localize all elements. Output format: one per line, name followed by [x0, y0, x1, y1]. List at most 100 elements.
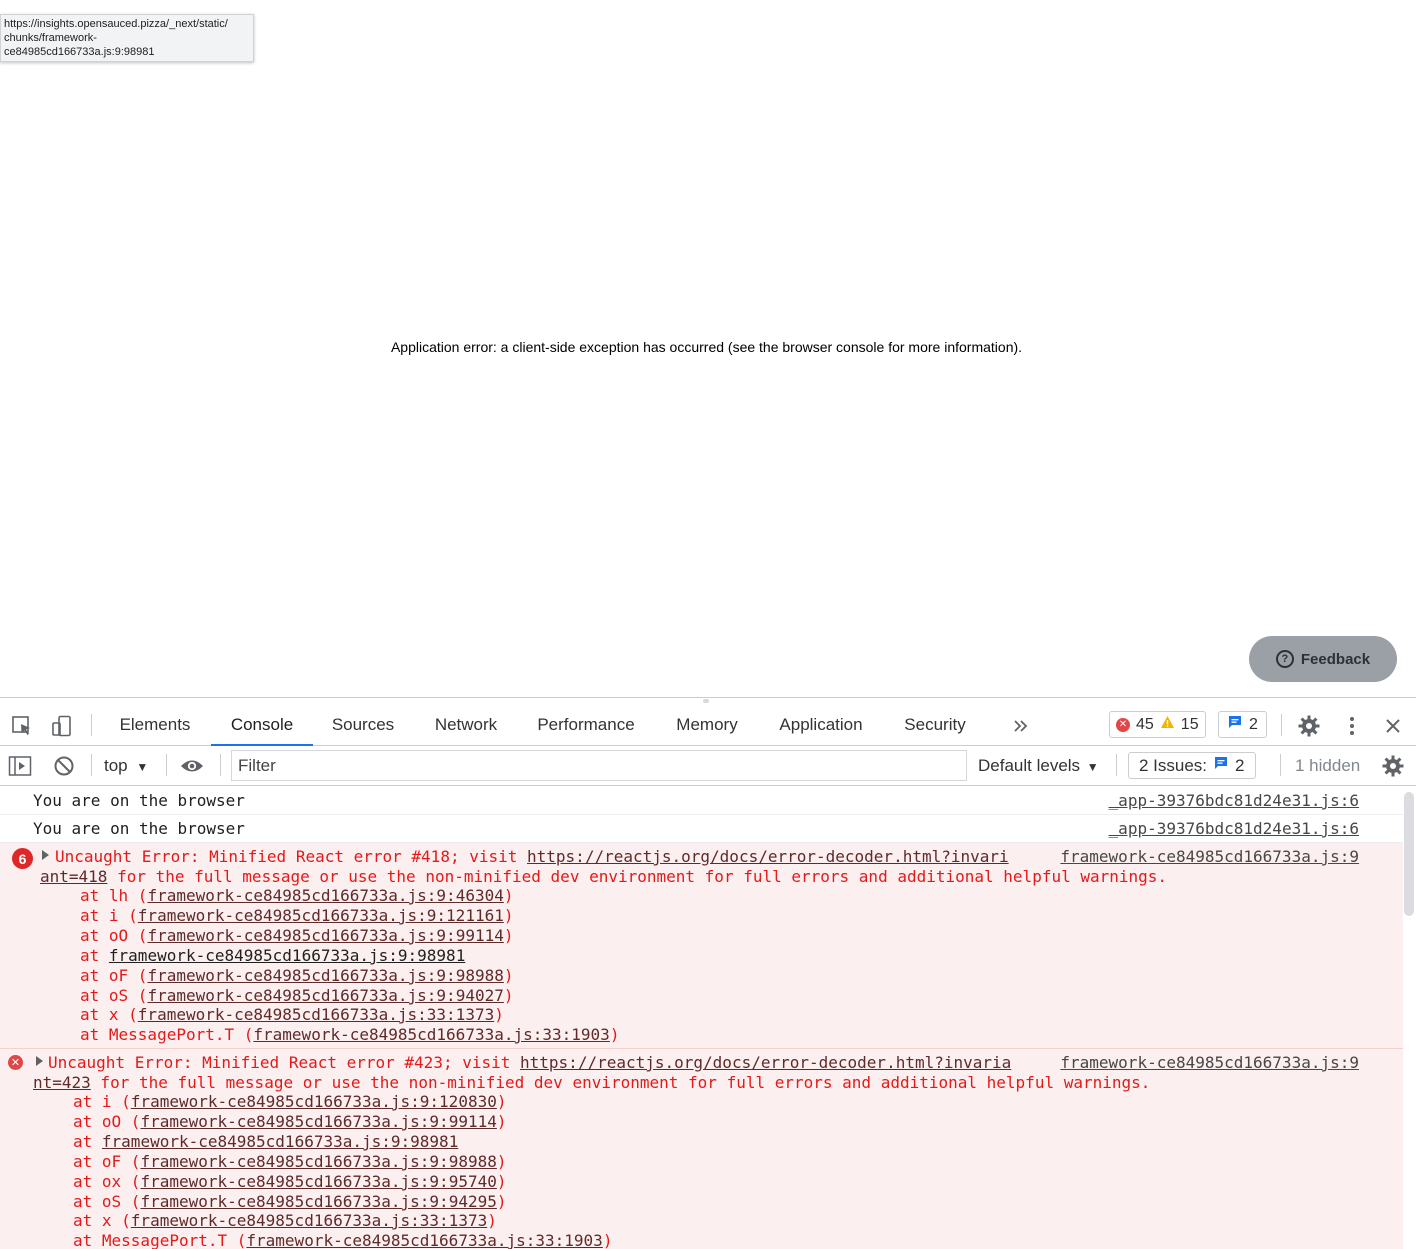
frame-link[interactable]: framework-ce84985cd166733a.js:9:95740	[140, 1172, 496, 1191]
frame-post: )	[496, 1152, 507, 1171]
frame-link[interactable]: framework-ce84985cd166733a.js:9:46304	[147, 886, 503, 905]
stack-frame: at framework-ce84985cd166733a.js:9:98981	[73, 1132, 458, 1152]
tab-security[interactable]: Security	[893, 706, 977, 746]
stack-frame: at i (framework-ce84985cd166733a.js:9:12…	[80, 906, 513, 926]
frame-link[interactable]: framework-ce84985cd166733a.js:9:98988	[147, 966, 503, 985]
frame-pre: at	[73, 1132, 102, 1151]
tab-performance[interactable]: Performance	[526, 706, 646, 746]
more-options-icon[interactable]	[1340, 714, 1364, 738]
feedback-button[interactable]: ? Feedback	[1249, 636, 1397, 682]
frame-pre: at oS (	[73, 1192, 141, 1211]
live-expression-eye-icon[interactable]	[180, 754, 204, 778]
error-source-link[interactable]: framework-ce84985cd166733a.js:9	[1060, 1053, 1359, 1072]
frame-pre: at	[80, 946, 109, 965]
frame-post: )	[503, 986, 514, 1005]
context-label: top	[104, 756, 128, 775]
tab-network[interactable]: Network	[424, 706, 508, 746]
error-warning-counts[interactable]: ✕ 45 15	[1109, 711, 1206, 738]
stack-frame: at oF (framework-ce84985cd166733a.js:9:9…	[80, 966, 514, 986]
divider	[166, 754, 167, 776]
tooltip-line: ce84985cd166733a.js:9:98981	[4, 46, 155, 58]
inspect-element-icon[interactable]	[10, 714, 34, 738]
frame-link[interactable]: framework-ce84985cd166733a.js:9:121161	[138, 906, 504, 925]
tab-application[interactable]: Application	[768, 706, 874, 746]
stack-frame: at oF (framework-ce84985cd166733a.js:9:9…	[73, 1152, 507, 1172]
frame-pre: at i (	[73, 1092, 131, 1111]
frame-link[interactable]: framework-ce84985cd166733a.js:9:99114	[147, 926, 503, 945]
warning-icon	[1160, 715, 1175, 734]
console-error-row: 6 Uncaught Error: Minified React error #…	[0, 843, 1403, 1049]
frame-post: )	[496, 1172, 507, 1191]
frame-link[interactable]: framework-ce84985cd166733a.js:33:1373	[138, 1005, 494, 1024]
frame-link[interactable]: framework-ce84985cd166733a.js:9:98981	[102, 1132, 458, 1151]
frame-pre: at oF (	[73, 1152, 141, 1171]
error-decoder-link[interactable]: nt=423	[33, 1073, 91, 1092]
issues-label: 2 Issues:	[1139, 755, 1208, 775]
frame-post: )	[503, 926, 514, 945]
log-source-link[interactable]: _app-39376bdc81d24e31.js:6	[1109, 787, 1359, 814]
frame-link[interactable]: framework-ce84985cd166733a.js:9:94027	[147, 986, 503, 1005]
stack-frame: at MessagePort.T (framework-ce84985cd166…	[80, 1025, 619, 1045]
issues-button[interactable]: 2 Issues: 2	[1128, 752, 1256, 779]
frame-link[interactable]: framework-ce84985cd166733a.js:9:98988	[140, 1152, 496, 1171]
error-decoder-link[interactable]: https://reactjs.org/docs/error-decoder.h…	[527, 847, 1009, 866]
error-decoder-link[interactable]: ant=418	[40, 867, 107, 886]
log-levels-select[interactable]: Default levels ▼	[978, 746, 1099, 786]
error-decoder-link[interactable]: https://reactjs.org/docs/error-decoder.h…	[520, 1053, 1011, 1072]
error-prefix: Uncaught Error: Minified React error #42…	[48, 1053, 521, 1072]
console-error-row: ✕ Uncaught Error: Minified React error #…	[0, 1049, 1403, 1249]
tab-memory[interactable]: Memory	[665, 706, 749, 746]
stack-frame: at framework-ce84985cd166733a.js:9:98981	[80, 946, 465, 966]
frame-post: )	[602, 1231, 613, 1249]
console-scrollbar[interactable]	[1404, 792, 1414, 916]
divider	[1281, 714, 1282, 736]
divider	[1116, 754, 1117, 776]
frame-pre: at lh (	[80, 886, 148, 905]
clear-console-icon[interactable]	[52, 754, 76, 778]
frame-pre: at i (	[80, 906, 138, 925]
message-icon	[1213, 755, 1229, 776]
expand-triangle-icon[interactable]	[36, 1056, 43, 1066]
resize-handle[interactable]	[703, 699, 709, 703]
devtools-panel: Elements Console Sources Network Perform…	[0, 697, 1416, 1249]
error-icon: ✕	[8, 1055, 23, 1070]
show-sidebar-icon[interactable]	[8, 754, 32, 778]
console-settings-gear-icon[interactable]	[1381, 754, 1405, 778]
frame-link[interactable]: framework-ce84985cd166733a.js:33:1903	[253, 1025, 609, 1044]
messages-count[interactable]: 2	[1218, 711, 1267, 738]
tab-sources[interactable]: Sources	[322, 706, 404, 746]
stack-frame: at oO (framework-ce84985cd166733a.js:9:9…	[80, 926, 514, 946]
tab-console[interactable]: Console	[211, 706, 313, 746]
devtools-toolbar: Elements Console Sources Network Perform…	[0, 706, 1416, 746]
frame-pre: at x (	[73, 1211, 131, 1230]
question-icon: ?	[1275, 650, 1294, 668]
frame-link[interactable]: framework-ce84985cd166733a.js:33:1903	[246, 1231, 602, 1249]
frame-post: )	[503, 886, 514, 905]
tooltip-line: https://insights.opensauced.pizza/_next/…	[4, 18, 228, 30]
execution-context-select[interactable]: top ▼	[104, 746, 148, 786]
device-toolbar-icon[interactable]	[50, 714, 74, 738]
expand-triangle-icon[interactable]	[42, 850, 49, 860]
settings-gear-icon[interactable]	[1297, 714, 1321, 738]
frame-pre: at oO (	[80, 926, 148, 945]
error-message-line: ant=418 for the full message or use the …	[40, 867, 1167, 887]
console-filter-input[interactable]	[231, 750, 967, 781]
stack-frame: at oS (framework-ce84985cd166733a.js:9:9…	[80, 986, 514, 1006]
frame-link[interactable]: framework-ce84985cd166733a.js:9:94295	[140, 1192, 496, 1211]
frame-link[interactable]: framework-ce84985cd166733a.js:9:120830	[131, 1092, 497, 1111]
close-devtools-icon[interactable]	[1381, 714, 1405, 738]
more-tabs-icon[interactable]	[1009, 714, 1033, 738]
issues-count: 2	[1235, 755, 1245, 775]
frame-link[interactable]: framework-ce84985cd166733a.js:9:98981	[109, 946, 465, 965]
stack-frame: at MessagePort.T (framework-ce84985cd166…	[73, 1231, 612, 1249]
tab-elements[interactable]: Elements	[108, 706, 202, 746]
frame-link[interactable]: framework-ce84985cd166733a.js:9:99114	[140, 1112, 496, 1131]
frame-pre: at oS (	[80, 986, 148, 1005]
log-source-link[interactable]: _app-39376bdc81d24e31.js:6	[1109, 815, 1359, 842]
feedback-label: Feedback	[1300, 650, 1371, 668]
frame-post: )	[503, 966, 514, 985]
frame-link[interactable]: framework-ce84985cd166733a.js:33:1373	[131, 1211, 487, 1230]
stack-frame: at x (framework-ce84985cd166733a.js:33:1…	[73, 1211, 497, 1231]
error-source-link[interactable]: framework-ce84985cd166733a.js:9	[1060, 847, 1359, 866]
frame-post: )	[496, 1112, 507, 1131]
